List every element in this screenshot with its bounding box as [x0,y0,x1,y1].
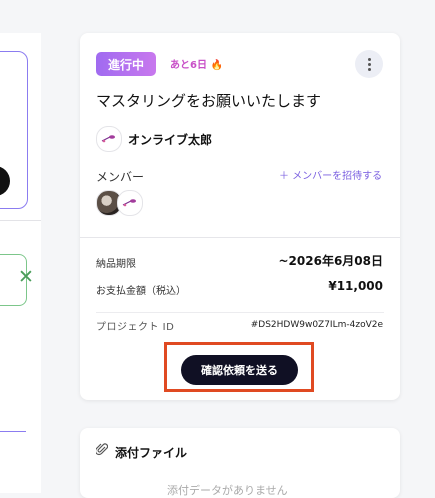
delivery-label: 納品期限 [96,259,136,270]
amount-label: お支払金額（税込） [96,286,186,297]
attachments-card: 添付ファイル 添付データがありません [80,428,400,498]
owner-name: オンライブ太郎 [128,133,213,147]
delivery-value: ~2026年6月08日 [278,254,383,268]
attachments-empty-text: 添付データがありません [167,484,288,497]
close-icon[interactable]: ✕ [18,267,34,287]
left-panel: ✕ [0,33,41,493]
card-divider [80,237,400,238]
paperclip-icon [94,443,109,459]
left-divider [0,220,41,221]
send-confirmation-button[interactable]: 確認依頼を送る [181,355,298,385]
days-left-label: あと6日 🔥 [170,60,223,71]
attachments-title: 添付ファイル [115,446,188,460]
project-id-value: #DS2HDW9w0Z7ILm-4zoV2e [250,320,383,330]
member-avatar [117,190,143,216]
project-id-label: プロジェクト ID [96,322,175,333]
owner-avatar [96,126,122,152]
amount-value: ¥11,000 [328,279,383,293]
invite-member-link[interactable]: ＋ メンバーを招待する [279,167,382,182]
project-card: 進行中 あと6日 🔥 マスタリングをお願いいたします オンライブ太郎 メンバー … [80,33,400,400]
more-vertical-icon[interactable] [355,50,383,78]
left-underline [0,431,26,432]
guitar-logo-icon [101,135,115,143]
members-label: メンバー [96,170,145,184]
guitar-logo-icon [122,199,136,207]
row-divider [96,312,384,313]
project-title: マスタリングをお願いいたします [96,92,322,110]
status-badge: 進行中 [96,52,156,76]
